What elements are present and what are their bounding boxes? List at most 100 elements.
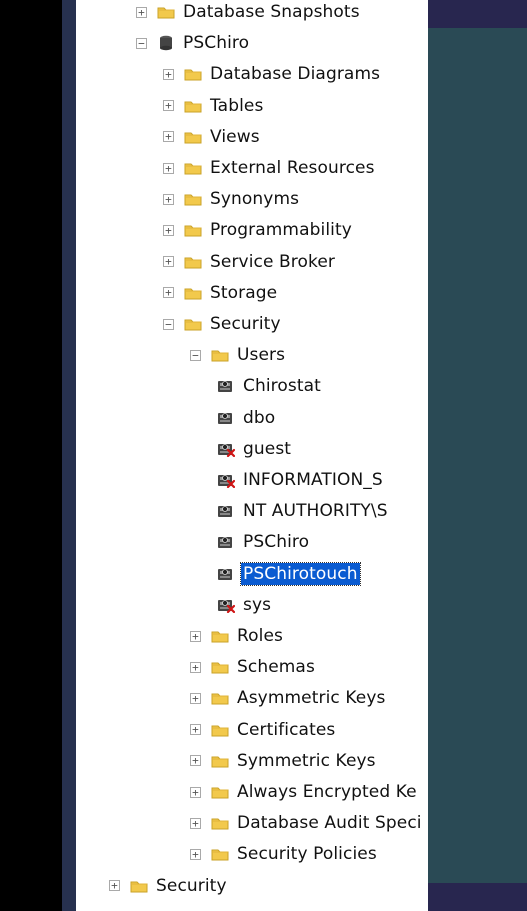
expand-icon[interactable]: + bbox=[163, 287, 174, 299]
expand-icon[interactable]: + bbox=[190, 848, 201, 860]
tree-item-label: Symmetric Keys bbox=[237, 750, 376, 771]
folder-icon bbox=[211, 784, 229, 800]
tree-item[interactable]: + Database Snapshots bbox=[136, 0, 362, 25]
expand-icon[interactable]: + bbox=[163, 162, 174, 174]
left-black-area bbox=[0, 0, 62, 911]
folder-icon bbox=[211, 846, 229, 862]
tree-item[interactable]: PSChiro bbox=[217, 529, 311, 555]
tree-item-label: Tables bbox=[210, 95, 264, 116]
tree-item[interactable]: − Users bbox=[190, 342, 287, 368]
tree-item[interactable]: + Roles bbox=[190, 623, 285, 649]
user-icon bbox=[217, 503, 235, 519]
expand-icon[interactable]: + bbox=[190, 630, 201, 642]
object-explorer-tree[interactable]: + Database Snapshots − PSChiro + Database Dia… bbox=[76, 0, 428, 911]
collapse-icon[interactable]: − bbox=[136, 37, 147, 49]
folder-icon bbox=[184, 316, 202, 332]
tree-item-label: PSChiro bbox=[243, 532, 310, 553]
expand-icon[interactable]: + bbox=[163, 68, 174, 80]
tree-item[interactable]: guest bbox=[217, 436, 293, 462]
tree-item[interactable]: + Database Audit Speci bbox=[190, 810, 424, 836]
expand-icon[interactable]: + bbox=[190, 786, 201, 798]
tree-item[interactable]: + Programmability bbox=[163, 217, 354, 243]
tree-item-label: guest bbox=[243, 438, 292, 459]
tree-item[interactable]: + Database Diagrams bbox=[163, 61, 382, 87]
tree-item-label: Chirostat bbox=[243, 376, 321, 397]
tree-item[interactable]: dbo bbox=[217, 405, 277, 431]
tree-item-label: Certificates bbox=[237, 719, 336, 740]
tree-item-label: Schemas bbox=[237, 657, 315, 678]
folder-icon bbox=[211, 347, 229, 363]
tree-item-label: Always Encrypted Ke bbox=[237, 782, 417, 802]
expand-icon[interactable]: + bbox=[190, 817, 201, 829]
tree-item-selected[interactable]: PSChirotouch bbox=[217, 561, 361, 587]
tree-item[interactable]: + Asymmetric Keys bbox=[190, 685, 387, 711]
tree-item-label: Storage bbox=[210, 282, 278, 303]
tree-item[interactable]: + External Resources bbox=[163, 155, 377, 181]
tree-item-label: Asymmetric Keys bbox=[237, 688, 386, 709]
tree-item-label: sys bbox=[243, 594, 272, 615]
tree-item[interactable]: + Tables bbox=[163, 93, 265, 119]
tree-item-label: Database Diagrams bbox=[210, 64, 381, 85]
tree-item[interactable]: + Security Policies bbox=[190, 841, 379, 867]
tree-item-label: Roles bbox=[237, 626, 283, 646]
user-icon bbox=[217, 534, 235, 550]
tree-item[interactable]: − PSChiro bbox=[136, 30, 251, 56]
expand-icon[interactable]: + bbox=[190, 692, 201, 704]
tree-item[interactable]: Chirostat bbox=[217, 373, 323, 399]
folder-icon bbox=[211, 753, 229, 769]
folder-icon bbox=[157, 4, 175, 20]
tree-item[interactable]: − Security bbox=[163, 311, 283, 337]
tree-item-label: Security Policies bbox=[237, 844, 377, 865]
tree-item[interactable]: sys bbox=[217, 592, 273, 618]
tree-item[interactable]: INFORMATION_S bbox=[217, 467, 385, 493]
tree-item[interactable]: NT AUTHORITY\S bbox=[217, 498, 390, 524]
tree-item[interactable]: + Security bbox=[109, 873, 229, 899]
tree-item-label: Database Snapshots bbox=[183, 2, 360, 22]
folder-icon bbox=[211, 722, 229, 738]
expand-icon[interactable]: + bbox=[163, 131, 174, 143]
collapse-icon[interactable]: − bbox=[163, 318, 174, 330]
folder-icon bbox=[184, 98, 202, 114]
tree-item-label: INFORMATION_S bbox=[243, 470, 383, 490]
tree-item-label: Users bbox=[237, 345, 286, 366]
tree-item[interactable]: + Certificates bbox=[190, 717, 337, 743]
tree-item-label: Views bbox=[210, 126, 260, 147]
tree-item[interactable]: + Service Broker bbox=[163, 249, 337, 275]
expand-icon[interactable]: + bbox=[190, 661, 201, 673]
user-disabled-icon bbox=[217, 472, 236, 489]
user-icon bbox=[217, 410, 235, 426]
expand-icon[interactable]: + bbox=[109, 880, 120, 892]
tree-item-label: PSChiro bbox=[183, 33, 250, 54]
folder-icon bbox=[130, 878, 148, 894]
document-area bbox=[428, 0, 527, 911]
panel-left-edge bbox=[62, 0, 76, 911]
user-disabled-icon bbox=[217, 441, 236, 457]
expand-icon[interactable]: + bbox=[190, 755, 201, 767]
tree-item[interactable]: + Synonyms bbox=[163, 186, 301, 212]
tree-item-label: Synonyms bbox=[210, 189, 300, 210]
user-icon bbox=[217, 566, 235, 582]
document-tab-strip bbox=[428, 0, 527, 28]
user-icon bbox=[217, 378, 235, 394]
database-icon bbox=[157, 35, 175, 51]
expand-icon[interactable]: + bbox=[163, 256, 174, 268]
expand-icon[interactable]: + bbox=[163, 224, 174, 236]
tree-item-label: External Resources bbox=[210, 158, 375, 178]
tree-item-label: Database Audit Speci bbox=[237, 813, 422, 834]
expand-icon[interactable]: + bbox=[190, 724, 201, 736]
folder-icon bbox=[211, 690, 229, 706]
tree-item[interactable]: + Views bbox=[163, 124, 262, 150]
folder-icon bbox=[211, 628, 229, 644]
collapse-icon[interactable]: − bbox=[190, 349, 201, 361]
tree-item[interactable]: + Storage bbox=[163, 280, 279, 306]
tree-item[interactable]: + Symmetric Keys bbox=[190, 748, 378, 774]
tree-item[interactable]: + Schemas bbox=[190, 654, 317, 680]
expand-icon[interactable]: + bbox=[163, 100, 174, 112]
folder-icon bbox=[184, 285, 202, 301]
tree-item-label: dbo bbox=[243, 407, 276, 428]
folder-icon bbox=[184, 129, 202, 145]
expand-icon[interactable]: + bbox=[136, 6, 147, 18]
expand-icon[interactable]: + bbox=[163, 193, 174, 205]
user-disabled-icon bbox=[217, 597, 236, 613]
tree-item[interactable]: + Always Encrypted Ke bbox=[190, 779, 419, 805]
